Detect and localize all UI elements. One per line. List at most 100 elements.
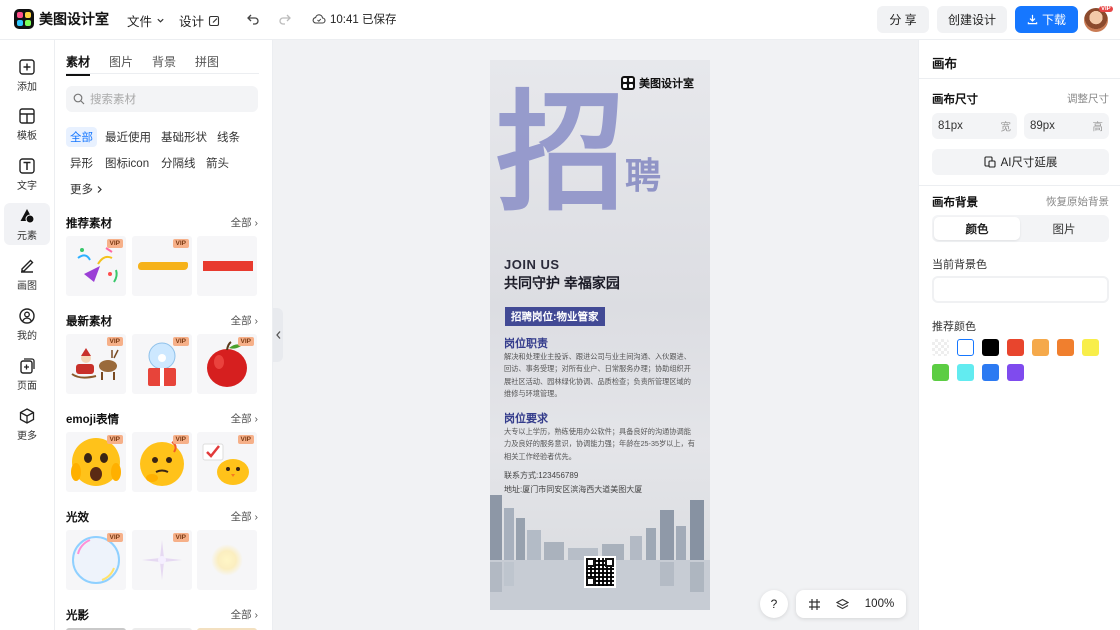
section-title: 推荐素材	[66, 218, 112, 230]
chevron-right-icon	[97, 185, 102, 193]
swatch-black[interactable]	[982, 339, 999, 356]
swatch-white[interactable]	[957, 339, 974, 356]
canvas-bg-label: 画布背景	[932, 197, 978, 209]
swatch-cyan[interactable]	[957, 364, 974, 381]
asset-bubble[interactable]: VIP	[66, 530, 126, 590]
swatch-light-orange[interactable]	[1032, 339, 1049, 356]
poster-canvas[interactable]: 美图设计室 招 聘 JOIN US 共同守护 幸福家园 招聘岗位:物业管家 岗位…	[490, 60, 710, 610]
share-button[interactable]: 分 享	[877, 6, 929, 33]
file-menu-label: 文件	[127, 15, 153, 29]
swatch-green[interactable]	[932, 364, 949, 381]
vip-badge: VIP	[172, 533, 189, 542]
asset-emoji-scared[interactable]: VIP	[66, 432, 126, 492]
rail-label: 添加	[17, 82, 37, 93]
zoom-level[interactable]: 100%	[865, 598, 894, 610]
create-design-button[interactable]: 创建设计	[937, 6, 1007, 33]
rail-item-template[interactable]: 模板	[4, 103, 50, 145]
vip-badge: VIP	[237, 435, 254, 444]
save-status-text: 10:41 已保存	[330, 14, 397, 26]
poster-slogan: 共同守护 幸福家园	[504, 275, 620, 291]
recommend-colors-label: 推荐颜色	[932, 321, 976, 333]
plus-square-icon	[19, 59, 35, 75]
undo-icon[interactable]	[246, 12, 260, 26]
asset-sleigh[interactable]: VIP	[66, 334, 126, 394]
section-title: 光效	[66, 512, 89, 524]
chip-more-label: 更多	[70, 184, 93, 196]
rail-label: 画图	[17, 281, 37, 292]
asset-red-bar[interactable]	[197, 236, 257, 296]
restore-bg-link[interactable]: 恢复原始背景	[1046, 194, 1109, 210]
collapse-panel-button[interactable]	[273, 308, 283, 362]
tab-color[interactable]: 颜色	[934, 217, 1020, 240]
rail-item-text[interactable]: 文字	[4, 153, 50, 195]
section-all-link[interactable]: 全部 ›	[231, 215, 258, 231]
chip-arrows[interactable]: 箭头	[202, 153, 233, 173]
ai-size-extend-button[interactable]: AI尺寸延展	[932, 149, 1109, 175]
height-input[interactable]: 89px 高	[1024, 113, 1109, 139]
poster-req-title: 岗位要求	[504, 413, 548, 425]
section-all-link[interactable]: 全部 ›	[231, 509, 258, 525]
section-title: 光影	[66, 610, 89, 622]
user-icon	[19, 308, 35, 324]
design-menu[interactable]: 设计	[179, 11, 220, 30]
chip-recent[interactable]: 最近使用	[101, 127, 155, 147]
search-input[interactable]: 搜索素材	[66, 86, 258, 112]
swatch-purple[interactable]	[1007, 364, 1024, 381]
swatch-blue[interactable]	[982, 364, 999, 381]
adjust-size-link[interactable]: 调整尺寸	[1067, 91, 1109, 107]
section-all-link[interactable]: 全部 ›	[231, 313, 258, 329]
asset-emoji-chick[interactable]: VIP	[197, 432, 257, 492]
canvas-properties-panel: 画布 画布尺寸 调整尺寸 81px 宽 89px 高 AI尺寸延展 画布背景 恢…	[918, 40, 1120, 630]
chip-all[interactable]: 全部	[66, 127, 97, 147]
asset-apple[interactable]: VIP	[197, 334, 257, 394]
qr-code	[584, 556, 616, 588]
app-logo[interactable]: 美图设计室	[14, 9, 109, 29]
vip-badge: VIP	[172, 435, 189, 444]
rail-item-elements[interactable]: 元素	[4, 203, 50, 245]
asset-emoji-thinking[interactable]: VIP	[132, 432, 192, 492]
tab-image[interactable]: 图片	[1021, 217, 1107, 240]
chip-dividers[interactable]: 分隔线	[157, 153, 200, 173]
vip-badge: VIP	[172, 337, 189, 346]
help-button[interactable]: ?	[760, 590, 788, 618]
poster-big-char: 招	[496, 76, 627, 229]
swatch-red[interactable]	[1007, 339, 1024, 356]
rail-item-add[interactable]: 添加	[4, 54, 50, 96]
chip-lines[interactable]: 线条	[213, 127, 244, 147]
asset-brush-stroke[interactable]: VIP	[132, 236, 192, 296]
layers-icon[interactable]	[836, 598, 850, 611]
chevron-left-icon	[275, 331, 280, 339]
swatch-orange[interactable]	[1057, 339, 1074, 356]
chip-icons[interactable]: 图标icon	[101, 153, 153, 173]
asset-snow-globe[interactable]: VIP	[132, 334, 192, 394]
download-button[interactable]: 下载	[1015, 6, 1078, 33]
redo-icon[interactable]	[278, 12, 292, 26]
chip-more[interactable]: 更多	[66, 179, 107, 199]
design-menu-label: 设计	[179, 15, 205, 29]
current-bg-color-swatch[interactable]	[932, 276, 1109, 303]
asset-sparkle[interactable]: VIP	[132, 530, 192, 590]
rail-label: 更多	[17, 431, 37, 442]
file-menu[interactable]: 文件	[127, 11, 165, 30]
swatch-yellow[interactable]	[1082, 339, 1099, 356]
chip-basic-shapes[interactable]: 基础形状	[157, 127, 211, 147]
section-all-link[interactable]: 全部 ›	[231, 411, 258, 427]
section-all-link[interactable]: 全部 ›	[231, 607, 258, 623]
swatch-transparent[interactable]	[932, 339, 949, 356]
rail-item-mine[interactable]: 我的	[4, 303, 50, 345]
vip-badge: VIP	[172, 239, 189, 248]
rail-item-draw[interactable]: 画图	[4, 253, 50, 295]
grid-icon[interactable]	[808, 598, 821, 611]
section-emoji: emoji表情 全部 ›	[66, 411, 258, 427]
section-title: 最新素材	[66, 316, 112, 328]
chip-irregular[interactable]: 异形	[66, 153, 97, 173]
rail-label: 模板	[17, 131, 37, 142]
current-bg-label: 当前背景色	[932, 259, 987, 271]
rail-item-more[interactable]: 更多	[4, 403, 50, 445]
width-input[interactable]: 81px 宽	[932, 113, 1017, 139]
vip-badge: VIP	[237, 337, 254, 346]
asset-glow[interactable]	[197, 530, 257, 590]
rail-item-pages[interactable]: 页面	[4, 353, 50, 395]
text-icon	[19, 158, 35, 174]
asset-confetti[interactable]: VIP	[66, 236, 126, 296]
